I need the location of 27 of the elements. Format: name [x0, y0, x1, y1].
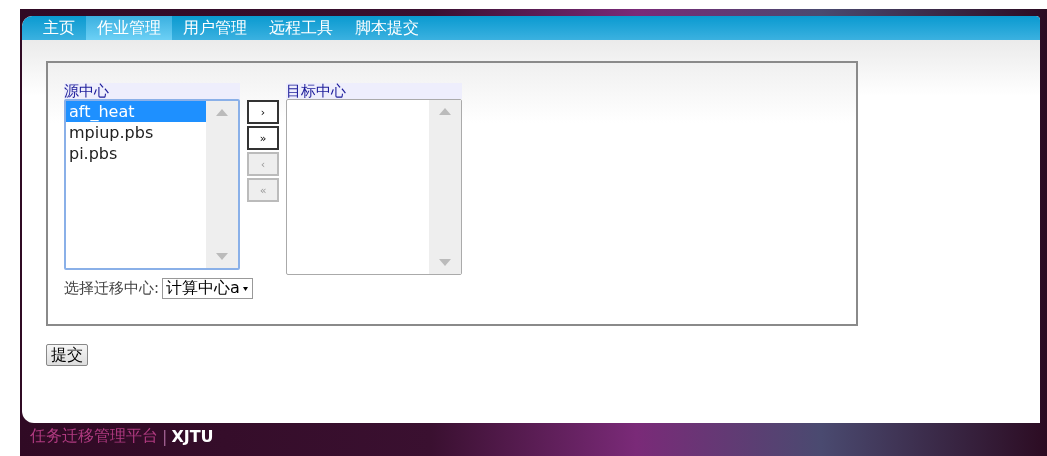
migrate-label: 选择迁移中心:: [64, 279, 160, 298]
list-box[interactable]: aft_heat mpiup.pbs pi.pbs: [64, 99, 240, 270]
nav-tab[interactable]: 作业管理: [86, 16, 172, 40]
list-label: 目标中心: [286, 83, 462, 99]
center-dropdown[interactable]: 计算中心a: [162, 278, 253, 299]
nav-tab[interactable]: 主页: [32, 16, 86, 40]
footer-title: 任务迁移管理平台: [30, 425, 158, 447]
move-button[interactable]: ›: [247, 100, 279, 124]
nav-tab[interactable]: 用户管理: [172, 16, 258, 40]
scrollbar[interactable]: [206, 101, 238, 268]
list-box[interactable]: [286, 99, 462, 275]
scroll-up-icon[interactable]: [439, 108, 451, 115]
scroll-up-icon[interactable]: [216, 109, 228, 116]
footer-org: XJTU: [171, 426, 214, 446]
footer-separator: |: [162, 426, 168, 446]
list-item[interactable]: pi.pbs: [66, 143, 206, 164]
caret-icon: [242, 286, 248, 291]
nav-tab[interactable]: 脚本提交: [344, 16, 430, 40]
scrollbar[interactable]: [429, 100, 461, 274]
scroll-down-icon[interactable]: [439, 259, 451, 266]
list-label: 源中心: [64, 83, 240, 99]
scroll-down-icon[interactable]: [216, 253, 228, 260]
nav-tab[interactable]: 远程工具: [258, 16, 344, 40]
move-button[interactable]: »: [247, 126, 279, 150]
list-item[interactable]: aft_heat: [66, 101, 206, 122]
list-item[interactable]: mpiup.pbs: [66, 122, 206, 143]
submit-button[interactable]: 提交: [46, 344, 88, 366]
